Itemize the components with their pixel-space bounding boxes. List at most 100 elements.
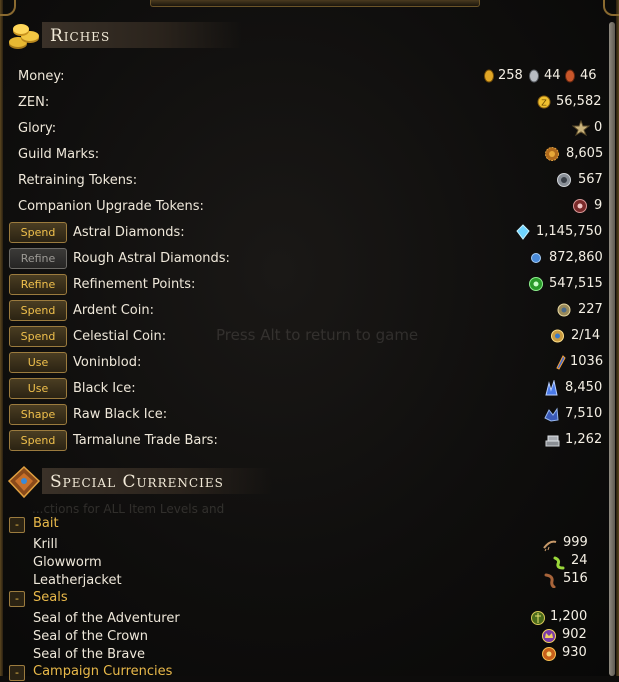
- voninblod-row: Use Voninblod: 1036: [0, 350, 605, 376]
- retraining-label: Retraining Tokens:: [18, 173, 138, 188]
- krill-row: Krill 999: [0, 535, 605, 555]
- zen-value: 56,582: [556, 94, 602, 109]
- companion-tokens-value: 9: [594, 198, 603, 213]
- retraining-token-icon: [557, 173, 571, 187]
- leatherjacket-value: 516: [563, 571, 588, 586]
- guild-marks-value: 8,605: [566, 146, 604, 161]
- gold-coins-icon: [9, 24, 39, 49]
- refinement-points-value: 547,515: [549, 276, 603, 291]
- collapse-bait-button[interactable]: -: [9, 517, 25, 533]
- voninblod-value: 1036: [570, 354, 604, 369]
- seals-category[interactable]: - Seals: [9, 590, 309, 608]
- seal-crown-label: Seal of the Crown: [33, 629, 149, 644]
- seal-brave-row: Seal of the Brave 930: [0, 645, 605, 665]
- rough-astral-label: Rough Astral Diamonds:: [73, 251, 230, 266]
- svg-text:Z: Z: [541, 99, 547, 108]
- shape-raw-black-ice-button[interactable]: Shape: [9, 404, 67, 425]
- ardent-coin-icon: [557, 303, 571, 317]
- return-to-game-hint: Press Alt to return to game: [216, 326, 419, 344]
- background-ghost-text: ...ctions for ALL Item Levels and: [32, 502, 225, 516]
- inventory-window: Riches Money: 258 44 46 ZEN: Z 56,582 Gl…: [0, 0, 619, 681]
- use-black-ice-button[interactable]: Use: [9, 378, 67, 399]
- glowworm-label: Glowworm: [33, 555, 102, 570]
- ardent-coin-label: Ardent Coin:: [73, 303, 154, 318]
- trade-bars-label: Tarmalune Trade Bars:: [73, 433, 218, 448]
- copper-coin-icon: [565, 69, 575, 83]
- seal-brave-icon: [542, 647, 556, 661]
- rough-astral-value: 872,860: [549, 250, 603, 265]
- black-ice-icon: [545, 380, 558, 396]
- seal-adventurer-row: Seal of the Adventurer 1,200: [0, 609, 605, 629]
- celestial-coin-value: 2/14: [571, 328, 601, 343]
- bait-category[interactable]: - Bait: [9, 516, 309, 534]
- seal-adventurer-label: Seal of the Adventurer: [33, 611, 180, 626]
- trade-bars-row: Spend Tarmalune Trade Bars: 1,262: [0, 428, 605, 454]
- glowworm-row: Glowworm 24: [0, 553, 605, 573]
- refinement-points-row: Refine Refinement Points: 547,515: [0, 272, 605, 298]
- retraining-row: Retraining Tokens: 567: [0, 168, 605, 194]
- raw-black-ice-icon: [544, 407, 559, 422]
- money-label: Money:: [18, 69, 65, 84]
- leatherjacket-icon: [544, 573, 556, 588]
- money-row: Money: 258 44 46: [0, 64, 605, 90]
- campaign-category-label: Campaign Currencies: [33, 664, 173, 679]
- refinement-points-label: Refinement Points:: [73, 277, 196, 292]
- raw-black-ice-row: Shape Raw Black Ice: 7,510: [0, 402, 605, 428]
- riches-title: Riches: [50, 26, 111, 46]
- trade-bars-value: 1,262: [565, 432, 603, 447]
- spend-celestial-coin-button[interactable]: Spend: [9, 326, 67, 347]
- astral-diamond-icon: [516, 224, 530, 240]
- seals-category-label: Seals: [33, 590, 68, 605]
- spend-ardent-coin-button[interactable]: Spend: [9, 300, 67, 321]
- krill-label: Krill: [33, 537, 58, 552]
- scrollbar-thumb[interactable]: [609, 22, 615, 676]
- trade-bar-icon: [545, 435, 560, 447]
- seal-crown-row: Seal of the Crown 902: [0, 627, 605, 647]
- guild-marks-row: Guild Marks: 8,605: [0, 142, 605, 168]
- refine-rough-astral-button[interactable]: Refine: [9, 248, 67, 269]
- spend-trade-bars-button[interactable]: Spend: [9, 430, 67, 451]
- refine-points-button[interactable]: Refine: [9, 274, 67, 295]
- scrollbar-track[interactable]: [609, 22, 615, 676]
- collapse-seals-button[interactable]: -: [9, 591, 25, 607]
- spend-astral-diamonds-button[interactable]: Spend: [9, 222, 67, 243]
- guild-mark-icon: [545, 147, 559, 161]
- black-ice-label: Black Ice:: [73, 381, 136, 396]
- rough-astral-row: Refine Rough Astral Diamonds: 872,860: [0, 246, 605, 272]
- special-currencies-header: Special Currencies: [6, 462, 272, 502]
- window-title-tab: [150, 0, 480, 7]
- riches-header: Riches: [6, 16, 242, 56]
- astral-diamonds-value: 1,145,750: [536, 224, 603, 239]
- celestial-coin-icon: [551, 329, 564, 343]
- use-voninblod-button[interactable]: Use: [9, 352, 67, 373]
- astral-diamonds-label: Astral Diamonds:: [73, 225, 185, 240]
- collapse-campaign-button[interactable]: -: [9, 665, 25, 681]
- seal-brave-label: Seal of the Brave: [33, 647, 146, 662]
- glowworm-value: 24: [571, 553, 588, 568]
- glory-value: 0: [594, 120, 603, 135]
- raw-black-ice-value: 7,510: [565, 406, 603, 421]
- leatherjacket-row: Leatherjacket 516: [0, 571, 605, 591]
- companion-tokens-label: Companion Upgrade Tokens:: [18, 199, 204, 214]
- corner-ornament-left: [0, 0, 16, 16]
- corner-ornament-right: [603, 0, 619, 16]
- seal-crown-value: 902: [562, 627, 587, 642]
- campaign-currencies-category[interactable]: - Campaign Currencies: [9, 664, 309, 682]
- seal-adventurer-value: 1,200: [550, 609, 588, 624]
- celestial-coin-label: Celestial Coin:: [73, 329, 167, 344]
- refinement-points-icon: [529, 277, 543, 291]
- voninblod-label: Voninblod:: [73, 355, 142, 370]
- glowworm-icon: [553, 556, 565, 570]
- zen-row: ZEN: Z 56,582: [0, 90, 605, 116]
- raw-black-ice-label: Raw Black Ice:: [73, 407, 168, 422]
- krill-icon: [543, 540, 557, 552]
- ardent-coin-value: 227: [578, 302, 603, 317]
- astral-diamonds-row: Spend Astral Diamonds: 1,145,750: [0, 220, 605, 246]
- voninblod-icon: [556, 355, 566, 370]
- companion-token-icon: [573, 199, 587, 213]
- rough-astral-diamond-icon: [531, 253, 541, 263]
- glory-icon: [572, 120, 590, 136]
- gold-value: 258: [498, 68, 523, 83]
- glory-label: Glory:: [18, 121, 57, 136]
- krill-value: 999: [563, 535, 588, 550]
